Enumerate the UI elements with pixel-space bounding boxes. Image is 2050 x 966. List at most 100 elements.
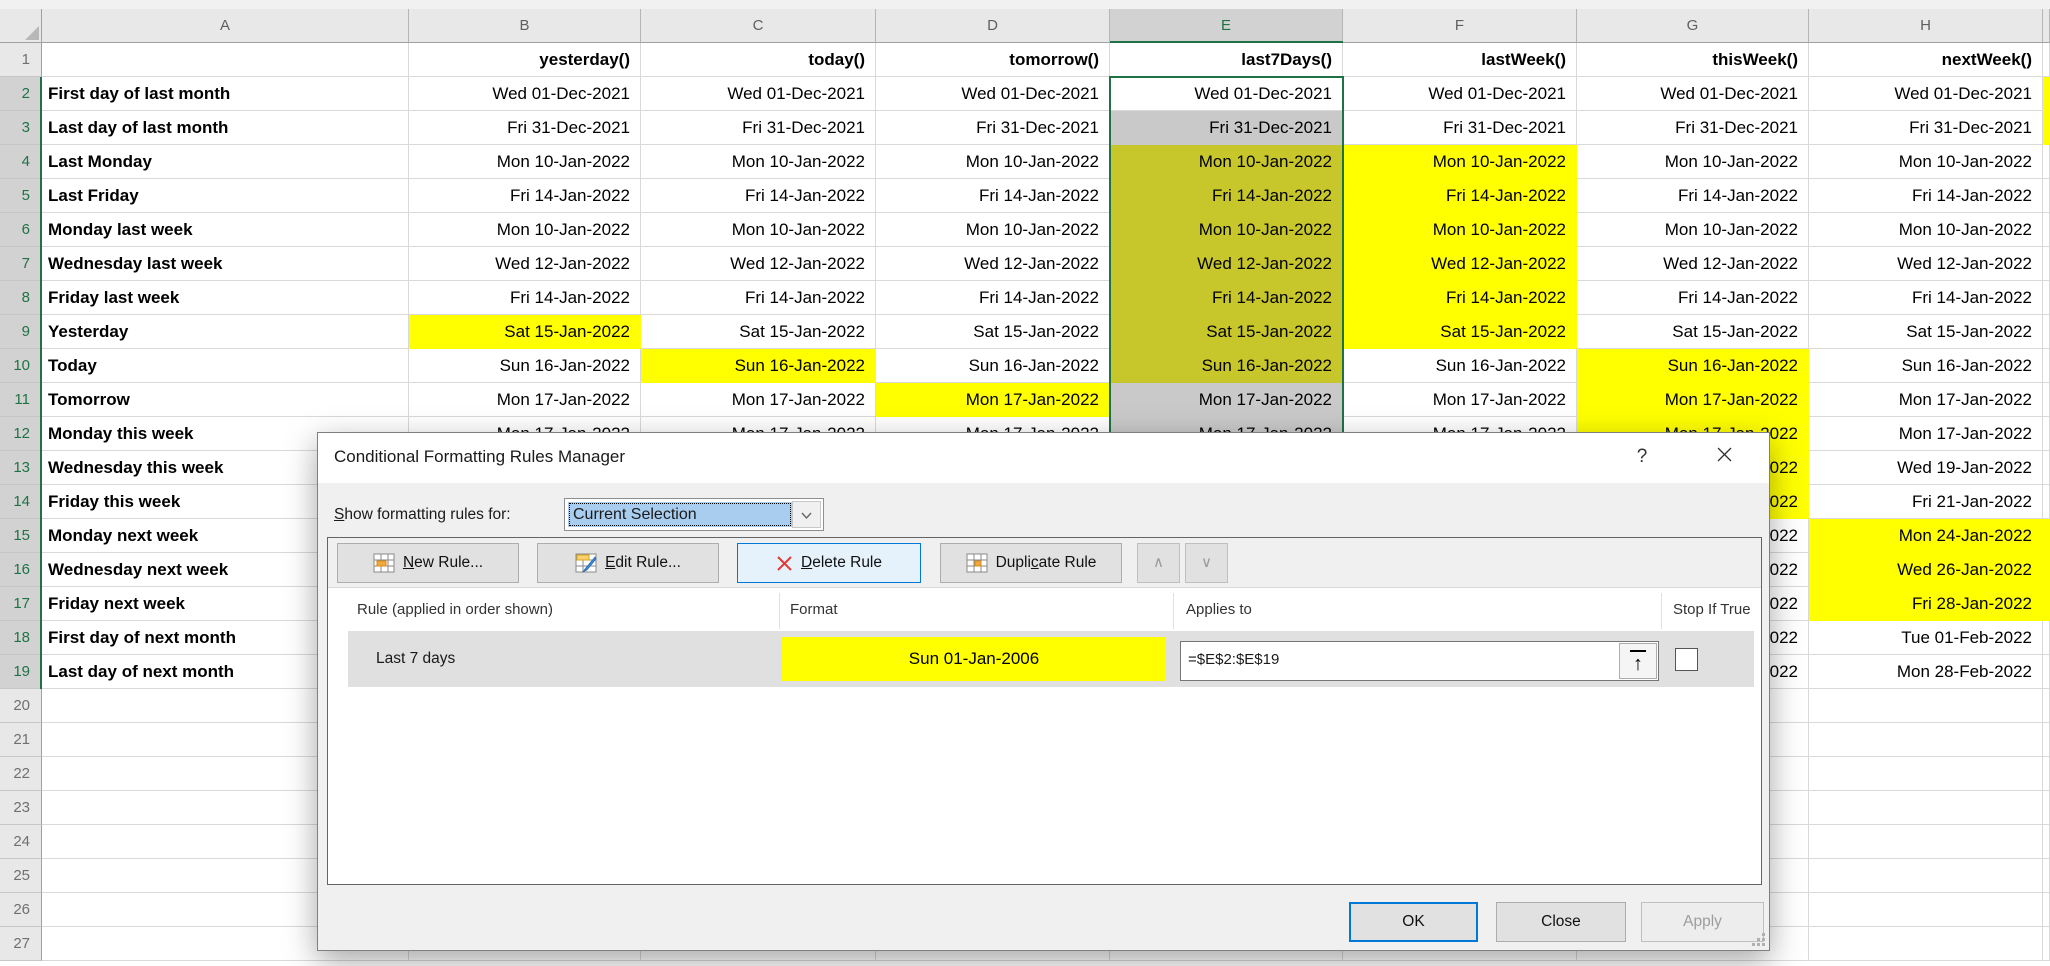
row-header-20[interactable]: 20 [0,689,42,723]
cell-E5[interactable]: Fri 14-Jan-2022 [1110,179,1343,213]
row-header-13[interactable]: 13 [0,451,42,485]
row-header-6[interactable]: 6 [0,213,42,247]
new-rule-button[interactable]: New Rule... [337,543,519,583]
row-header-24[interactable]: 24 [0,825,42,859]
cell-B9[interactable]: Sat 15-Jan-2022 [409,315,641,349]
cell-C5[interactable]: Fri 14-Jan-2022 [641,179,876,213]
cell-F3[interactable]: Fri 31-Dec-2021 [1343,111,1577,145]
cell-G11[interactable]: Mon 17-Jan-2022 [1577,383,1809,417]
cell-A6[interactable]: Monday last week [42,213,409,247]
cell-C3[interactable]: Fri 31-Dec-2021 [641,111,876,145]
cell-G4[interactable]: Mon 10-Jan-2022 [1577,145,1809,179]
ok-button[interactable]: OK [1349,902,1478,942]
cell-I23[interactable] [2043,791,2050,825]
cell-H14[interactable]: Fri 21-Jan-2022 [1809,485,2043,519]
cell-A7[interactable]: Wednesday last week [42,247,409,281]
cell-I5[interactable] [2043,179,2050,213]
cell-H27[interactable] [1809,927,2043,961]
cell-D1[interactable]: tomorrow() [876,43,1110,77]
cell-E8[interactable]: Fri 14-Jan-2022 [1110,281,1343,315]
row-header-22[interactable]: 22 [0,757,42,791]
cell-E9[interactable]: Sat 15-Jan-2022 [1110,315,1343,349]
rule-row[interactable]: Last 7 days Sun 01-Jan-2006 =$E$2:$E$19 … [348,631,1754,687]
close-dialog-button[interactable]: Close [1496,902,1626,942]
cell-H21[interactable] [1809,723,2043,757]
row-header-25[interactable]: 25 [0,859,42,893]
cell-E2[interactable]: Wed 01-Dec-2021 [1110,77,1343,111]
resize-grip[interactable] [1751,932,1765,946]
cell-E4[interactable]: Mon 10-Jan-2022 [1110,145,1343,179]
cell-C2[interactable]: Wed 01-Dec-2021 [641,77,876,111]
row-header-10[interactable]: 10 [0,349,42,383]
cell-I14[interactable] [2043,485,2050,519]
row-header-16[interactable]: 16 [0,553,42,587]
cell-D9[interactable]: Sat 15-Jan-2022 [876,315,1110,349]
cell-B6[interactable]: Mon 10-Jan-2022 [409,213,641,247]
row-header-12[interactable]: 12 [0,417,42,451]
cell-I3[interactable] [2043,111,2050,145]
cell-D6[interactable]: Mon 10-Jan-2022 [876,213,1110,247]
row-header-17[interactable]: 17 [0,587,42,621]
cell-G5[interactable]: Fri 14-Jan-2022 [1577,179,1809,213]
column-header-partial[interactable] [2043,9,2050,43]
row-header-2[interactable]: 2 [0,77,42,111]
row-header-7[interactable]: 7 [0,247,42,281]
cell-F1[interactable]: lastWeek() [1343,43,1577,77]
cell-A3[interactable]: Last day of last month [42,111,409,145]
cell-B4[interactable]: Mon 10-Jan-2022 [409,145,641,179]
rules-scope-select[interactable]: Current Selection [564,498,824,531]
cell-D2[interactable]: Wed 01-Dec-2021 [876,77,1110,111]
row-header-5[interactable]: 5 [0,179,42,213]
row-header-21[interactable]: 21 [0,723,42,757]
cell-I11[interactable] [2043,383,2050,417]
dialog-titlebar[interactable]: Conditional Formatting Rules Manager ? [318,433,1769,483]
cell-E7[interactable]: Wed 12-Jan-2022 [1110,247,1343,281]
column-header-A[interactable]: A [42,9,409,43]
cell-E3[interactable]: Fri 31-Dec-2021 [1110,111,1343,145]
cell-H23[interactable] [1809,791,2043,825]
cell-I16[interactable] [2043,553,2050,587]
cell-C9[interactable]: Sat 15-Jan-2022 [641,315,876,349]
cell-I4[interactable] [2043,145,2050,179]
cell-H1[interactable]: nextWeek() [1809,43,2043,77]
cell-H13[interactable]: Wed 19-Jan-2022 [1809,451,2043,485]
cell-G8[interactable]: Fri 14-Jan-2022 [1577,281,1809,315]
cell-A11[interactable]: Tomorrow [42,383,409,417]
row-header-11[interactable]: 11 [0,383,42,417]
cell-B5[interactable]: Fri 14-Jan-2022 [409,179,641,213]
cell-I19[interactable] [2043,655,2050,689]
help-button[interactable]: ? [1625,441,1659,473]
cell-F2[interactable]: Wed 01-Dec-2021 [1343,77,1577,111]
cell-F4[interactable]: Mon 10-Jan-2022 [1343,145,1577,179]
row-header-19[interactable]: 19 [0,655,42,689]
cell-D8[interactable]: Fri 14-Jan-2022 [876,281,1110,315]
cell-F10[interactable]: Sun 16-Jan-2022 [1343,349,1577,383]
cell-H10[interactable]: Sun 16-Jan-2022 [1809,349,2043,383]
cell-F8[interactable]: Fri 14-Jan-2022 [1343,281,1577,315]
cell-H3[interactable]: Fri 31-Dec-2021 [1809,111,2043,145]
cell-D4[interactable]: Mon 10-Jan-2022 [876,145,1110,179]
cell-A4[interactable]: Last Monday [42,145,409,179]
cell-I25[interactable] [2043,859,2050,893]
row-header-26[interactable]: 26 [0,893,42,927]
select-all-corner[interactable] [0,9,42,43]
cell-G6[interactable]: Mon 10-Jan-2022 [1577,213,1809,247]
cell-I18[interactable] [2043,621,2050,655]
cell-A1[interactable] [42,43,409,77]
move-rule-up-button[interactable]: ∧ [1137,543,1180,583]
cell-I12[interactable] [2043,417,2050,451]
cell-I15[interactable] [2043,519,2050,553]
cell-D7[interactable]: Wed 12-Jan-2022 [876,247,1110,281]
row-header-4[interactable]: 4 [0,145,42,179]
duplicate-rule-button[interactable]: Duplicate Rule [940,543,1122,583]
delete-rule-button[interactable]: Delete Rule [737,543,921,583]
cell-B10[interactable]: Sun 16-Jan-2022 [409,349,641,383]
cell-F7[interactable]: Wed 12-Jan-2022 [1343,247,1577,281]
cell-H9[interactable]: Sat 15-Jan-2022 [1809,315,2043,349]
cell-C11[interactable]: Mon 17-Jan-2022 [641,383,876,417]
cell-F5[interactable]: Fri 14-Jan-2022 [1343,179,1577,213]
cell-B7[interactable]: Wed 12-Jan-2022 [409,247,641,281]
cell-A8[interactable]: Friday last week [42,281,409,315]
cell-C4[interactable]: Mon 10-Jan-2022 [641,145,876,179]
column-header-G[interactable]: G [1577,9,1809,43]
